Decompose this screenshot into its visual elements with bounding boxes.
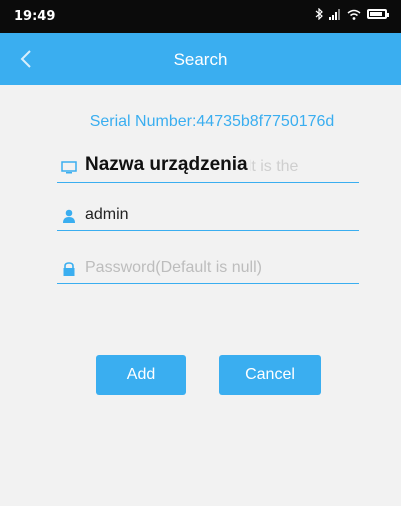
add-button[interactable]: Add — [96, 355, 186, 395]
username-field[interactable]: admin — [57, 196, 359, 231]
password-placeholder: Password(Default is null) — [85, 259, 262, 276]
status-icons — [315, 8, 389, 20]
page-title: Search — [173, 50, 228, 69]
app-bar: Search — [0, 33, 401, 85]
battery-icon — [367, 9, 389, 19]
status-time: 19:49 — [14, 9, 56, 24]
serial-number: Serial Number:44735b8f7750176d — [89, 113, 335, 130]
password-field[interactable]: Password(Default is null) — [57, 249, 359, 284]
signal-icon — [329, 8, 340, 20]
lock-icon — [63, 262, 75, 276]
cancel-button[interactable]: Cancel — [219, 355, 321, 395]
device-name-value: Nazwa urządzenia — [85, 154, 250, 176]
wifi-icon — [347, 9, 361, 20]
user-icon — [63, 209, 75, 223]
status-bar: 19:49 — [0, 0, 401, 33]
monitor-icon — [61, 161, 77, 174]
bluetooth-icon — [315, 8, 323, 20]
device-name-field[interactable]: Nazwa urządzeniaefault is the Nazwa urzą… — [57, 148, 359, 183]
username-value: admin — [85, 206, 129, 223]
